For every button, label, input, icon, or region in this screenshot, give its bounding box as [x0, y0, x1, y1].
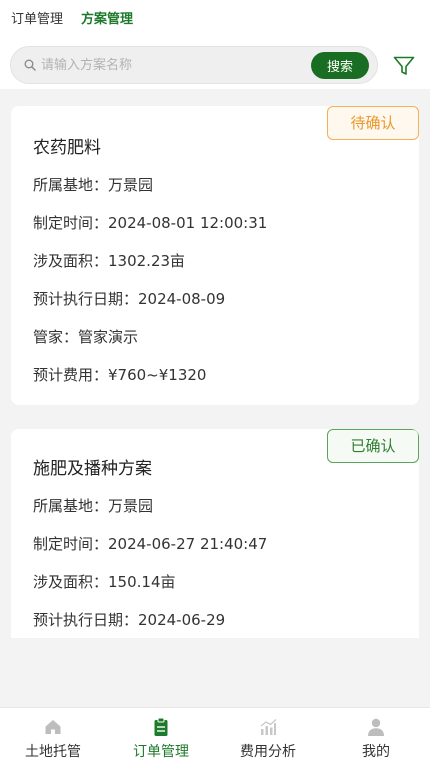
plan-base: 所属基地：万景园: [33, 176, 154, 194]
plan-area: 涉及面积：150.14亩: [33, 573, 176, 591]
plan-created-time: 制定时间：2024-06-27 21:40:47: [33, 535, 268, 553]
nav-item-cost-analysis[interactable]: 费用分析: [223, 708, 313, 765]
nav-item-land-trust[interactable]: 土地托管: [8, 708, 98, 765]
plan-title: 农药肥料: [33, 138, 101, 158]
plan-created-time: 制定时间：2024-08-01 12:00:31: [33, 214, 268, 232]
status-badge: 已确认: [327, 429, 419, 463]
plan-card[interactable]: 已确认 施肥及播种方案 所属基地：万景园 制定时间：2024-06-27 21:…: [11, 429, 419, 638]
bottom-nav: 土地托管 订单管理 费用分析 我的: [0, 707, 430, 765]
nav-label: 订单管理: [133, 744, 189, 760]
plan-manager: 管家：管家演示: [33, 328, 139, 346]
search-input[interactable]: [41, 55, 301, 75]
header: 订单管理 方案管理 搜索: [0, 0, 430, 89]
plan-base: 所属基地：万景园: [33, 497, 154, 515]
clipboard-icon: [154, 717, 168, 736]
tab-order-management[interactable]: 订单管理: [11, 11, 63, 29]
nav-item-mine[interactable]: 我的: [331, 708, 421, 765]
plan-cost: 预计费用：¥760~¥1320: [33, 366, 207, 384]
filter-icon[interactable]: [392, 54, 416, 78]
search-bar: 搜索: [10, 46, 378, 84]
home-icon: [45, 720, 61, 734]
plan-title: 施肥及播种方案: [33, 459, 152, 479]
nav-label: 土地托管: [25, 744, 81, 760]
top-tabs: 订单管理 方案管理: [11, 11, 133, 29]
user-icon: [368, 718, 384, 736]
nav-label: 费用分析: [240, 744, 296, 760]
search-button[interactable]: 搜索: [311, 52, 369, 79]
status-badge: 待确认: [327, 106, 419, 140]
chart-icon: [260, 719, 277, 735]
nav-item-order-management[interactable]: 订单管理: [116, 708, 206, 765]
tab-plan-management[interactable]: 方案管理: [81, 11, 133, 29]
plan-exec-date: 预计执行日期：2024-06-29: [33, 611, 226, 629]
nav-label: 我的: [362, 744, 390, 760]
plan-card[interactable]: 待确认 农药肥料 所属基地：万景园 制定时间：2024-08-01 12:00:…: [11, 106, 419, 405]
search-icon: [24, 59, 36, 71]
plan-area: 涉及面积：1302.23亩: [33, 252, 186, 270]
plan-exec-date: 预计执行日期：2024-08-09: [33, 290, 226, 308]
